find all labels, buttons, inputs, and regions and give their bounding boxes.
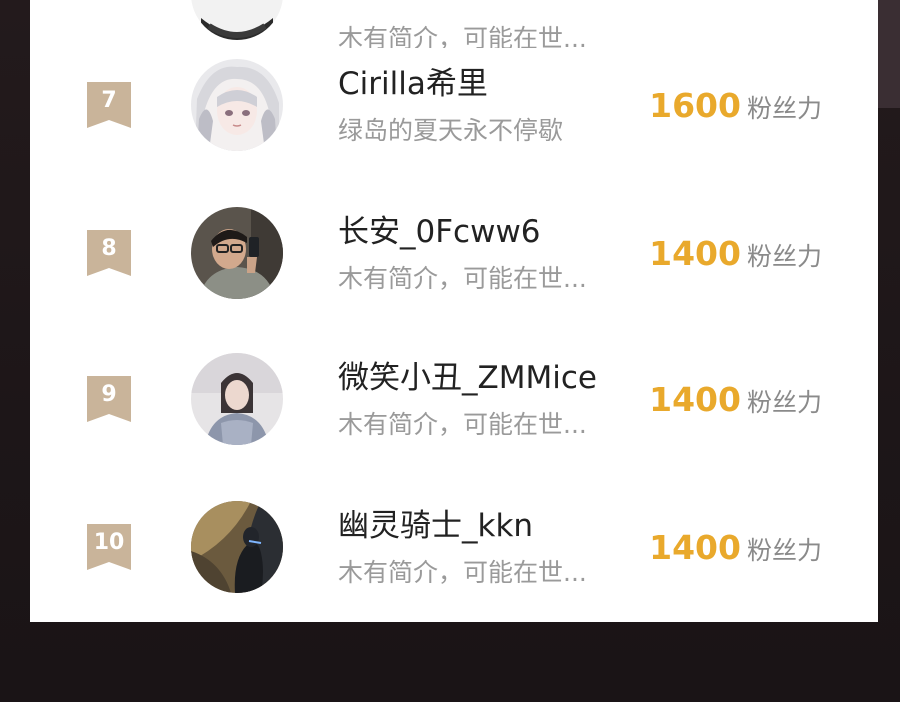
avatar[interactable] [191, 501, 283, 593]
fan-power-unit: 粉丝力 [746, 388, 822, 417]
rank-number: 7 [101, 88, 117, 113]
rank-number: 9 [101, 382, 117, 407]
username: 幽灵骑士_kkn [338, 508, 534, 544]
rank-badge: 10 [87, 524, 131, 570]
user-bio: 木有简介，可能在世... [338, 264, 587, 293]
user-bio: 绿岛的夏天永不停歇 [338, 116, 564, 145]
rank-badge: 9 [87, 376, 131, 422]
ranking-row[interactable]: 7 Cirilla希里 绿岛的夏天永不停歇 1600 粉丝力 [30, 30, 878, 177]
ranking-row[interactable]: 10 幽灵骑士_kkn 木有简介，可能在世... 1400 粉丝力 [30, 472, 878, 619]
ranking-row[interactable]: 8 长安_0Fcww6 木有简介，可能在世... 1400 粉丝力 [30, 178, 878, 325]
fan-power: 1600 粉丝力 [649, 86, 822, 132]
ranking-row[interactable]: 9 微笑小丑_ZMMice 木有简介，可能在世... 1400 粉丝力 [30, 324, 878, 471]
user-bio: 木有简介，可能在世... [338, 558, 587, 587]
fan-power: 1400 粉丝力 [649, 528, 822, 574]
app-screen: 木有简介，可能在世... 7 Cirilla希里 绿岛的夏天永不停歇 1600 … [0, 0, 900, 702]
rank-badge: 7 [87, 82, 131, 128]
fan-power-value: 1600 [649, 86, 741, 125]
username: Cirilla希里 [338, 66, 488, 102]
user-bio: 木有简介，可能在世... [338, 410, 587, 439]
fan-power: 1400 粉丝力 [649, 234, 822, 280]
username: 微笑小丑_ZMMice [338, 360, 597, 396]
avatar[interactable] [191, 59, 283, 151]
avatar[interactable] [191, 353, 283, 445]
fan-power-unit: 粉丝力 [746, 94, 822, 123]
rank-badge: 8 [87, 230, 131, 276]
background-strip [878, 0, 900, 108]
avatar[interactable] [191, 207, 283, 299]
fan-power-value: 1400 [649, 234, 741, 273]
rank-number: 10 [93, 530, 125, 555]
fan-power-value: 1400 [649, 528, 741, 567]
fan-power-unit: 粉丝力 [746, 242, 822, 271]
fan-power-value: 1400 [649, 380, 741, 419]
fan-power: 1400 粉丝力 [649, 380, 822, 426]
fan-power-unit: 粉丝力 [746, 536, 822, 565]
username: 长安_0Fcww6 [338, 214, 541, 250]
fan-ranking-panel[interactable]: 木有简介，可能在世... 7 Cirilla希里 绿岛的夏天永不停歇 1600 … [30, 0, 878, 622]
rank-number: 8 [101, 236, 117, 261]
